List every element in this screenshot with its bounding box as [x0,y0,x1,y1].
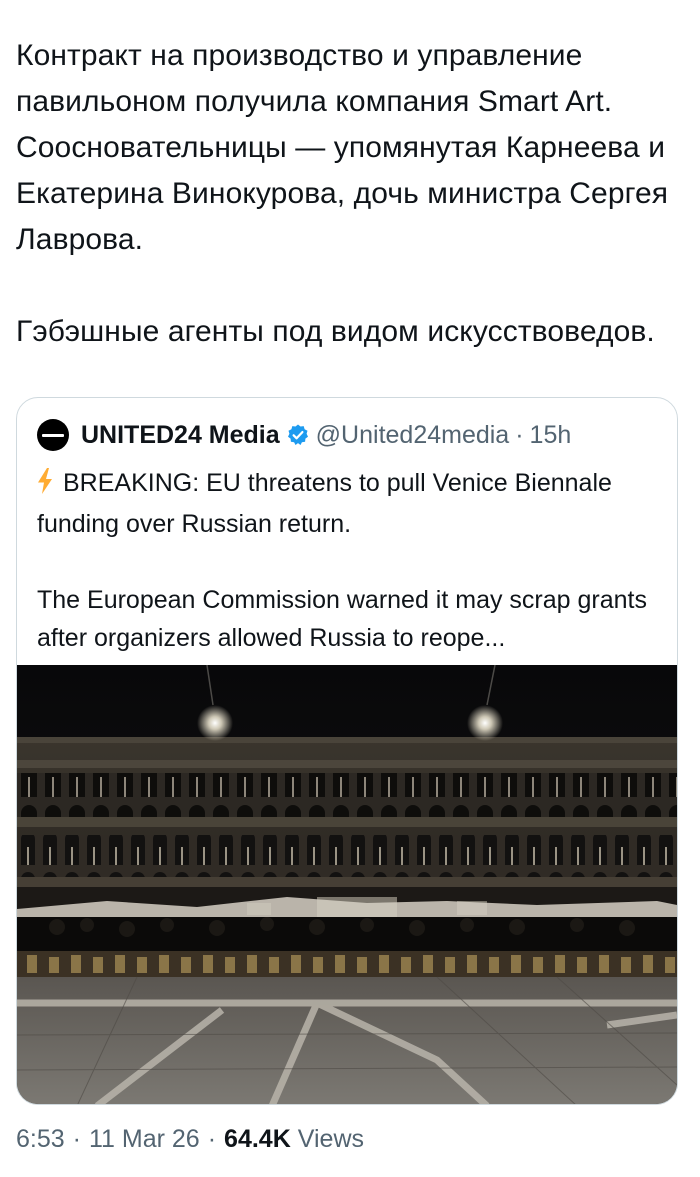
avatar[interactable] [37,419,69,451]
post-time[interactable]: 6:53 [16,1125,65,1154]
views-count: 64.4K [224,1124,291,1153]
quoted-tweet-image[interactable] [17,665,677,1104]
author-handle[interactable]: @United24media [316,421,510,450]
post-paragraph-1: Контракт на производство и управление па… [16,39,669,256]
post-text: Контракт на производство и управление па… [16,33,684,355]
meta-separator: · [72,1124,81,1153]
post-date[interactable]: 11 Mar 26 [89,1125,200,1154]
lightning-bolt-icon [37,467,53,505]
quoted-headline: BREAKING: EU threatens to pull Venice Bi… [37,469,612,538]
quoted-body: The European Commission warned it may sc… [37,586,647,652]
quoted-tweet-text: BREAKING: EU threatens to pull Venice Bi… [37,464,662,657]
quoted-tweet-card[interactable]: UNITED24 Media @United24media · 15h BREA… [16,397,678,1105]
meta-separator: · [207,1124,217,1153]
author-name[interactable]: UNITED24 Media [81,421,280,450]
quoted-headline-line: BREAKING: EU threatens to pull Venice Bi… [37,464,662,543]
post-timestamp[interactable]: 15h [530,421,572,450]
venice-piazza-photo [17,665,677,1104]
post-meta: 6:53 · 11 Mar 26 · 64.4K Views [16,1122,364,1156]
post-paragraph-2: Гэбэшные агенты под видом искусствоведов… [16,315,655,348]
views-label: Views [297,1124,365,1153]
verified-badge-icon [286,423,310,447]
united24-logo [42,433,64,437]
header-separator: · [515,420,524,449]
quoted-tweet-header: UNITED24 Media @United24media · 15h [37,418,571,452]
